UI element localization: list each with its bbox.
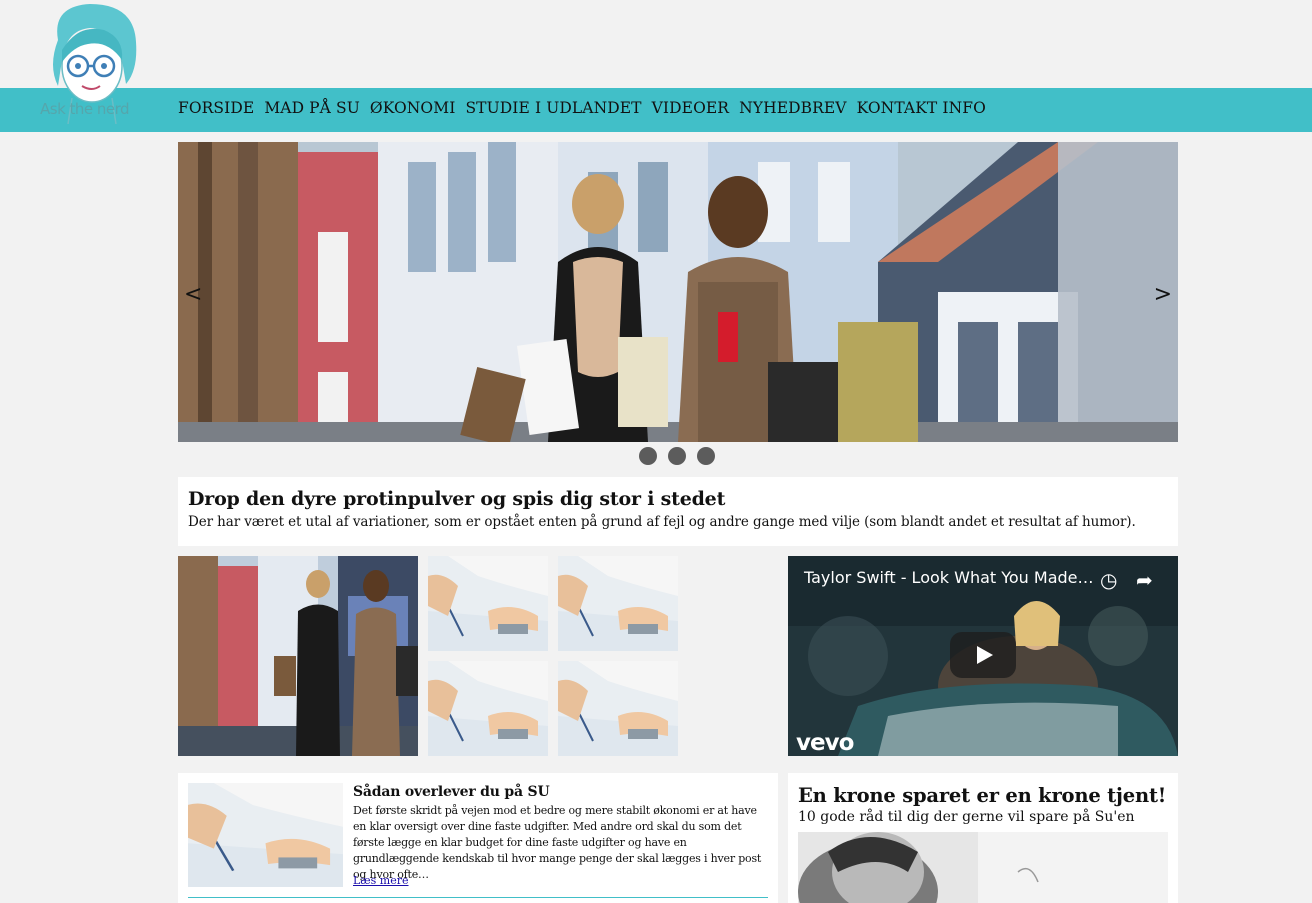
- slider-next-button[interactable]: >: [1154, 282, 1172, 307]
- gallery-thumb-1[interactable]: [428, 556, 548, 651]
- logo-text: Ask the nerd: [40, 100, 130, 118]
- main-menu: FORSIDE MAD PÅ SU ØKONOMI STUDIE I UDLAN…: [178, 99, 996, 117]
- shopping-street-image: [178, 142, 1178, 442]
- watch-later-icon[interactable]: ◷: [1100, 568, 1124, 592]
- nav-forside[interactable]: FORSIDE: [178, 99, 254, 117]
- article-excerpt: Det første skridt på vejen mod et bedre …: [353, 804, 762, 881]
- budget-photo: [428, 556, 548, 651]
- slider-dots: [639, 447, 715, 465]
- featured-article[interactable]: Drop den dyre protinpulver og spis dig s…: [178, 477, 1178, 546]
- slider-dot-2[interactable]: [668, 447, 686, 465]
- nav-kontakt-info[interactable]: KONTAKT INFO: [857, 99, 986, 117]
- video-player[interactable]: Taylor Swift - Look What You Made… ◷ ➦ v…: [788, 556, 1178, 756]
- side-article-subtitle: 10 gode råd til dig der gerne vil spare …: [798, 809, 1135, 825]
- side-article-image[interactable]: [798, 832, 1168, 903]
- budget-photo: [558, 556, 678, 651]
- side-article-card[interactable]: En krone sparet er en krone tjent! 10 go…: [788, 773, 1178, 903]
- article-divider: [188, 897, 768, 898]
- hero-slider[interactable]: < >: [178, 142, 1178, 442]
- person-photo: [798, 832, 1168, 903]
- video-title[interactable]: Taylor Swift - Look What You Made…: [804, 568, 1094, 587]
- featured-article-text: Der har været et utal af variationer, so…: [188, 514, 1136, 530]
- article-card[interactable]: Sådan overlever du på SU Det første skri…: [178, 773, 778, 903]
- article-title[interactable]: Sådan overlever du på SU: [353, 784, 550, 800]
- article-image[interactable]: [188, 783, 343, 887]
- gallery-thumb-2[interactable]: [558, 556, 678, 651]
- side-article-title[interactable]: En krone sparet er en krone tjent!: [798, 784, 1168, 807]
- nav-videoer[interactable]: VIDEOER: [652, 99, 729, 117]
- share-icon[interactable]: ➦: [1136, 568, 1160, 592]
- nav-studie-i-udlandet[interactable]: STUDIE I UDLANDET: [465, 99, 641, 117]
- budget-photo: [558, 661, 678, 756]
- budget-photo: [428, 661, 548, 756]
- gallery-thumb-4[interactable]: [558, 661, 678, 756]
- featured-article-title: Drop den dyre protinpulver og spis dig s…: [188, 488, 726, 510]
- budget-photo: [188, 783, 343, 887]
- nav-mad-paa-su[interactable]: MAD PÅ SU: [264, 99, 360, 117]
- gallery-thumb-3[interactable]: [428, 661, 548, 756]
- slider-dot-1[interactable]: [639, 447, 657, 465]
- vevo-logo: vevo: [796, 730, 854, 756]
- nav-nyhedbrev[interactable]: NYHEDBREV: [739, 99, 847, 117]
- nav-oekonomi[interactable]: ØKONOMI: [370, 99, 456, 117]
- play-button[interactable]: [950, 632, 1016, 678]
- gallery-main-image[interactable]: [178, 556, 418, 756]
- read-more-link[interactable]: Læs mere: [353, 874, 409, 887]
- slider-dot-3[interactable]: [697, 447, 715, 465]
- shopping-street-thumb: [178, 556, 418, 756]
- slider-prev-button[interactable]: <: [184, 282, 202, 307]
